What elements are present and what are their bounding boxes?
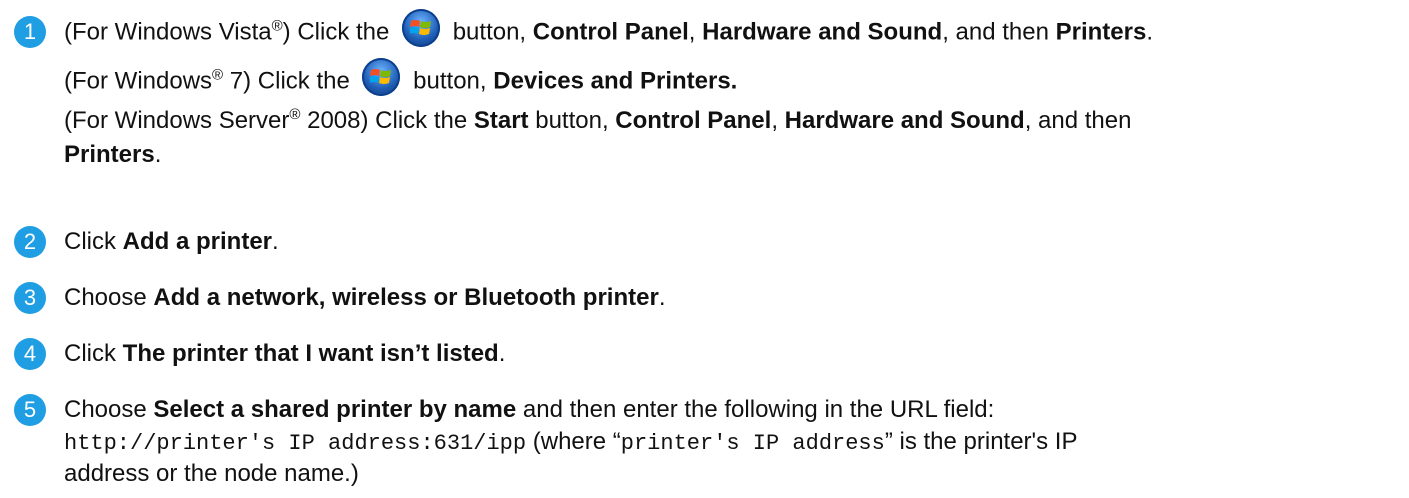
step-number-1: 1 [14,16,46,48]
step-number-3: 3 [14,282,46,314]
step-2-text: Click Add a printer. [64,228,279,255]
step-1-line-3: (For Windows Server® 2008) Click the Sta… [64,106,1132,134]
windows-start-orb-icon [362,58,401,96]
step-number-5: 5 [14,394,46,426]
step-number-2: 2 [14,226,46,258]
ip-placeholder-code: printer's IP address [620,431,885,456]
step-1-line-4: Printers. [64,141,162,168]
url-code: http://printer's IP address:631/ipp [64,431,527,456]
step-5-line-3: address or the node name.) [64,460,359,487]
windows-start-orb-icon [402,9,441,47]
step-3-text: Choose Add a network, wireless or Blueto… [64,284,666,311]
step-1-line-1: (For Windows Vista®) Click the button, C… [64,9,1153,49]
step-4-text: Click The printer that I want isn’t list… [64,340,506,367]
step-1-line-2: (For Windows® 7) Click the button, Devic… [64,58,737,98]
step-number-4: 4 [14,338,46,370]
step-5-line-2: http://printer's IP address:631/ipp (whe… [64,428,1078,456]
step-5-line-1: Choose Select a shared printer by name a… [64,396,995,423]
